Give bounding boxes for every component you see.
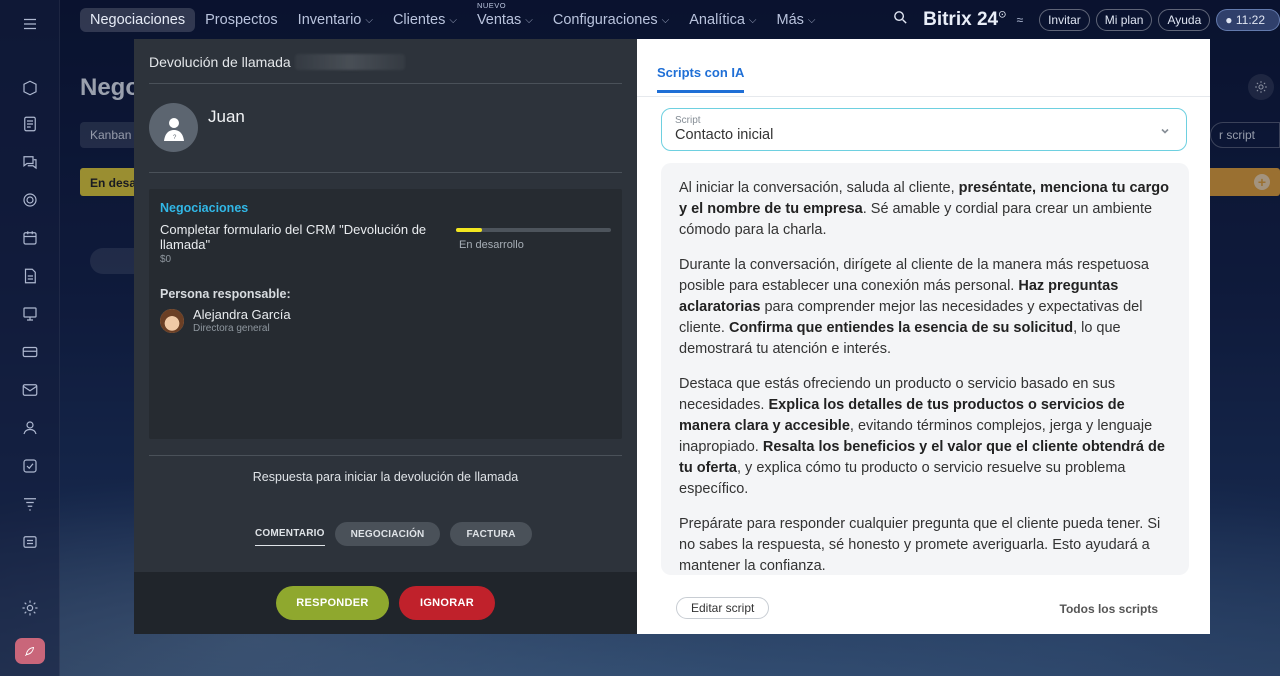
all-scripts-link[interactable]: Todos los scripts: [1060, 602, 1158, 616]
presentation-icon[interactable]: [18, 302, 42, 326]
script-text: Al iniciar la conversación, saluda al cl…: [661, 163, 1189, 575]
answer-button[interactable]: RESPONDER: [276, 586, 389, 620]
nav-label: Analítica: [689, 12, 745, 28]
deal-section-title: Negociaciones: [160, 201, 249, 215]
script-paragraph: Al iniciar la conversación, saluda al cl…: [679, 178, 1171, 241]
deal-progress-bar: [456, 228, 611, 232]
chevron-down-icon: ⌵: [661, 14, 670, 26]
ai-tabbar: Scripts con IA: [637, 39, 1210, 97]
mail-icon[interactable]: [18, 378, 42, 402]
worktime-button[interactable]: ● 11:22: [1216, 9, 1280, 31]
caller-avatar-icon: ?: [149, 103, 198, 152]
callback-header: Devolución de llamada: [149, 39, 622, 84]
nav-label: Prospectos: [205, 12, 278, 28]
responsible-title: Directora general: [193, 323, 270, 334]
chevron-down-icon: ⌵: [449, 14, 457, 26]
nav-item-analitica[interactable]: Analítica ⌵: [679, 8, 766, 32]
nav-label: Inventario: [297, 12, 362, 28]
script-emphasis: Confirma que entiendes la esencia de su …: [728, 320, 1074, 336]
deal-progress-fill: [456, 228, 483, 232]
nav-item-ventas[interactable]: NUEVO Ventas ⌵: [467, 1, 543, 32]
menu-icon[interactable]: [18, 12, 42, 36]
divider: [149, 455, 622, 456]
tab-negociacion[interactable]: NEGOCIACIÓN: [334, 522, 441, 546]
chevron-down-icon: [1160, 123, 1170, 141]
reply-label: Respuesta para iniciar la devolución de …: [252, 470, 519, 484]
script-paragraph: Durante la conversación, dirígete al cli…: [679, 255, 1171, 360]
caller-info: ? Juan: [149, 103, 245, 152]
left-sidebar: [0, 0, 60, 676]
script-text-run: Prepárate para responder cualquier pregu…: [679, 516, 1161, 574]
nav-item-mas[interactable]: Más ⌵: [766, 8, 825, 32]
chat-icon[interactable]: [18, 150, 42, 174]
search-icon[interactable]: [892, 9, 909, 31]
crm-icon[interactable]: [18, 76, 42, 100]
deal-name-link[interactable]: Completar formulario del CRM "Devolución…: [160, 222, 440, 252]
edit-script-button[interactable]: Editar script: [676, 597, 770, 619]
script-text-run: , y explica cómo tu producto o servicio …: [679, 460, 1126, 497]
invite-button[interactable]: Invitar: [1039, 9, 1090, 31]
callback-title: Devolución de llamada: [149, 54, 291, 70]
nav-item-prospectos[interactable]: Prospectos: [195, 8, 288, 32]
script-select-value: Contacto inicial: [675, 127, 774, 143]
help-button[interactable]: Ayuda: [1158, 9, 1211, 31]
callback-footer: RESPONDER IGNORAR: [134, 572, 637, 634]
nav-item-negociaciones[interactable]: Negociaciones: [80, 8, 196, 32]
nav-label: Configuraciones: [552, 12, 658, 28]
script-text-run: Al iniciar la conversación, saluda al cl…: [679, 180, 959, 196]
chevron-down-icon: ⌵: [525, 14, 533, 26]
time-text: 11:22: [1235, 13, 1265, 27]
feed-icon[interactable]: [18, 112, 42, 136]
card-icon[interactable]: [18, 340, 42, 364]
my-plan-button[interactable]: Mi plan: [1095, 9, 1153, 31]
nav-item-configuraciones[interactable]: Configuraciones ⌵: [543, 8, 679, 32]
tasks-icon[interactable]: [18, 454, 42, 478]
responsible-label: Persona responsable:: [160, 287, 291, 301]
chevron-down-icon: ⌵: [807, 14, 816, 26]
list-icon[interactable]: [18, 530, 42, 554]
clock-icon: ⊙: [998, 9, 1007, 21]
deal-card: Negociaciones Completar formulario del C…: [149, 189, 622, 439]
nav-label: Clientes: [392, 12, 446, 28]
document-icon[interactable]: [18, 264, 42, 288]
ignore-button[interactable]: IGNORAR: [399, 586, 495, 620]
chevron-down-icon: ⌵: [748, 14, 757, 26]
deal-amount: $0: [160, 254, 172, 265]
tab-comentario[interactable]: COMENTARIO: [255, 522, 325, 546]
deal-stage: En desarrollo: [459, 239, 524, 251]
reply-tabs: COMENTARIO NEGOCIACIÓN FACTURA: [255, 522, 532, 546]
brand-logo: Bitrix 24⊙: [923, 9, 1006, 31]
settings-sliders-icon[interactable]: ≈: [1016, 13, 1023, 27]
script-select-label: Script: [675, 115, 701, 126]
avatar: [160, 309, 184, 333]
script-select[interactable]: Script Contacto inicial: [661, 108, 1187, 151]
nav-item-clientes[interactable]: Clientes ⌵: [383, 8, 467, 32]
nav-label: Más: [776, 12, 804, 28]
nav-item-inventario[interactable]: Inventario ⌵: [288, 8, 383, 32]
caller-name: Juan: [208, 107, 245, 126]
script-paragraph: Prepárate para responder cualquier pregu…: [679, 514, 1171, 575]
calendar-icon[interactable]: [18, 226, 42, 250]
script-paragraph: Destaca que estás ofreciendo un producto…: [679, 374, 1171, 500]
nav-label: Ventas: [476, 12, 522, 28]
rocket-icon[interactable]: [15, 638, 45, 664]
responsible-name[interactable]: Alejandra García: [193, 307, 291, 322]
chevron-down-icon: ⌵: [365, 14, 373, 26]
settings-icon[interactable]: [18, 596, 42, 620]
divider: [149, 172, 622, 173]
new-badge: NUEVO: [476, 1, 507, 10]
nav-label: Negociaciones: [90, 12, 186, 28]
tab-factura[interactable]: FACTURA: [450, 522, 532, 546]
filter-icon[interactable]: [18, 492, 42, 516]
target-icon[interactable]: [18, 188, 42, 212]
phone-number-redacted: [294, 54, 405, 70]
header-right: Bitrix 24⊙ ≈ Invitar Mi plan Ayuda ● 11:…: [892, 0, 1280, 40]
tab-scripts-ia[interactable]: Scripts con IA: [657, 65, 745, 93]
callback-panel: Devolución de llamada ? Juan Negociacion…: [134, 39, 637, 634]
ai-scripts-panel: Scripts con IA Script Contacto inicial A…: [637, 39, 1210, 634]
contacts-icon[interactable]: [18, 416, 42, 440]
brand-text: Bitrix 24: [923, 9, 999, 30]
